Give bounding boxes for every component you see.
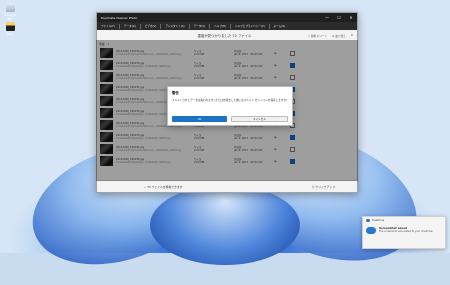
window-titlebar: Duplicate Cleaner Photo — ☐ ✕ [97,13,357,22]
ok-button[interactable]: OK [172,116,227,122]
recycle-bin-icon [5,3,15,12]
sort-images-button[interactable]: ⤢ 画像 のソート [308,34,327,38]
notification-app-name: OneDrive [372,219,385,222]
move-files-button[interactable]: ✓ 35 ファイルを移動できます [144,185,182,189]
notification-app: OneDrive [366,219,442,222]
folder-icon [5,22,15,31]
dialog-title: 警告 [172,91,179,95]
order-button[interactable]: ☰ 並べ替え [332,34,346,38]
wallpaper-petal [150,185,300,265]
menu-item[interactable]: ヘルプとプライバシー(V) [231,24,269,28]
window-controls: — ☐ ✕ [321,15,357,20]
results-heading: 重複が見つかりました 70 ファイル [197,34,252,38]
warning-dialog: 警告 スキャンされたデータは失われます (またはを除去した後にはスキャン セッシ… [167,86,293,126]
desktop-icon-recycle-bin[interactable]: Recycle Bin [3,3,17,21]
bottom-bar: ✓ 35 ファイルを移動できます ⎘ クリックアップ [97,180,357,192]
menu-item[interactable]: アシスタント(A) [161,24,188,28]
menu-item[interactable]: ファイル(F) [97,24,119,28]
window-title: Duplicate Cleaner Photo [101,15,138,20]
settings-icon[interactable]: ⚙ [351,34,353,38]
menu-item[interactable]: ビデオ(V) [141,24,161,28]
menu-item[interactable]: データ(D) [120,24,140,28]
desktop-icon-label: Recycle Bin [4,13,16,21]
toolbar: ⤢ 画像 のソート ☰ 並べ替え ⚙ [308,34,353,38]
desktop-icon-label: Files [6,32,14,36]
desktop-icon-files[interactable]: Files [3,22,17,36]
notification-body: Screenshot saved The screenshot was adde… [366,226,442,234]
cleanup-button[interactable]: ⎘ クリックアップ [312,185,335,189]
menu-item[interactable]: データ(V) [190,24,210,28]
maximize-button[interactable]: ☐ [333,15,345,20]
cloud-icon [366,227,376,234]
cancel-button[interactable]: キャンセル [231,116,288,122]
onedrive-icon [366,219,370,222]
notification-message: The screenshot was added to your OneDriv… [379,230,434,233]
menu-item[interactable]: ホーム(S) [270,24,289,28]
menu-item[interactable]: ヘルプ(H) [210,24,230,28]
dialog-buttons: OK キャンセル [172,116,288,122]
menu-bar: ファイル(F) データ(D) ビデオ(V) アシスタント(A) データ(V) ヘ… [97,22,357,30]
onedrive-notification[interactable]: OneDrive Screenshot saved The screenshot… [362,216,446,249]
close-button[interactable]: ✕ [345,15,357,20]
dialog-message: スキャンされたデータは失われます (またはを除去した後にはスキャン セッションを… [172,99,289,102]
minimize-button[interactable]: — [321,15,333,20]
